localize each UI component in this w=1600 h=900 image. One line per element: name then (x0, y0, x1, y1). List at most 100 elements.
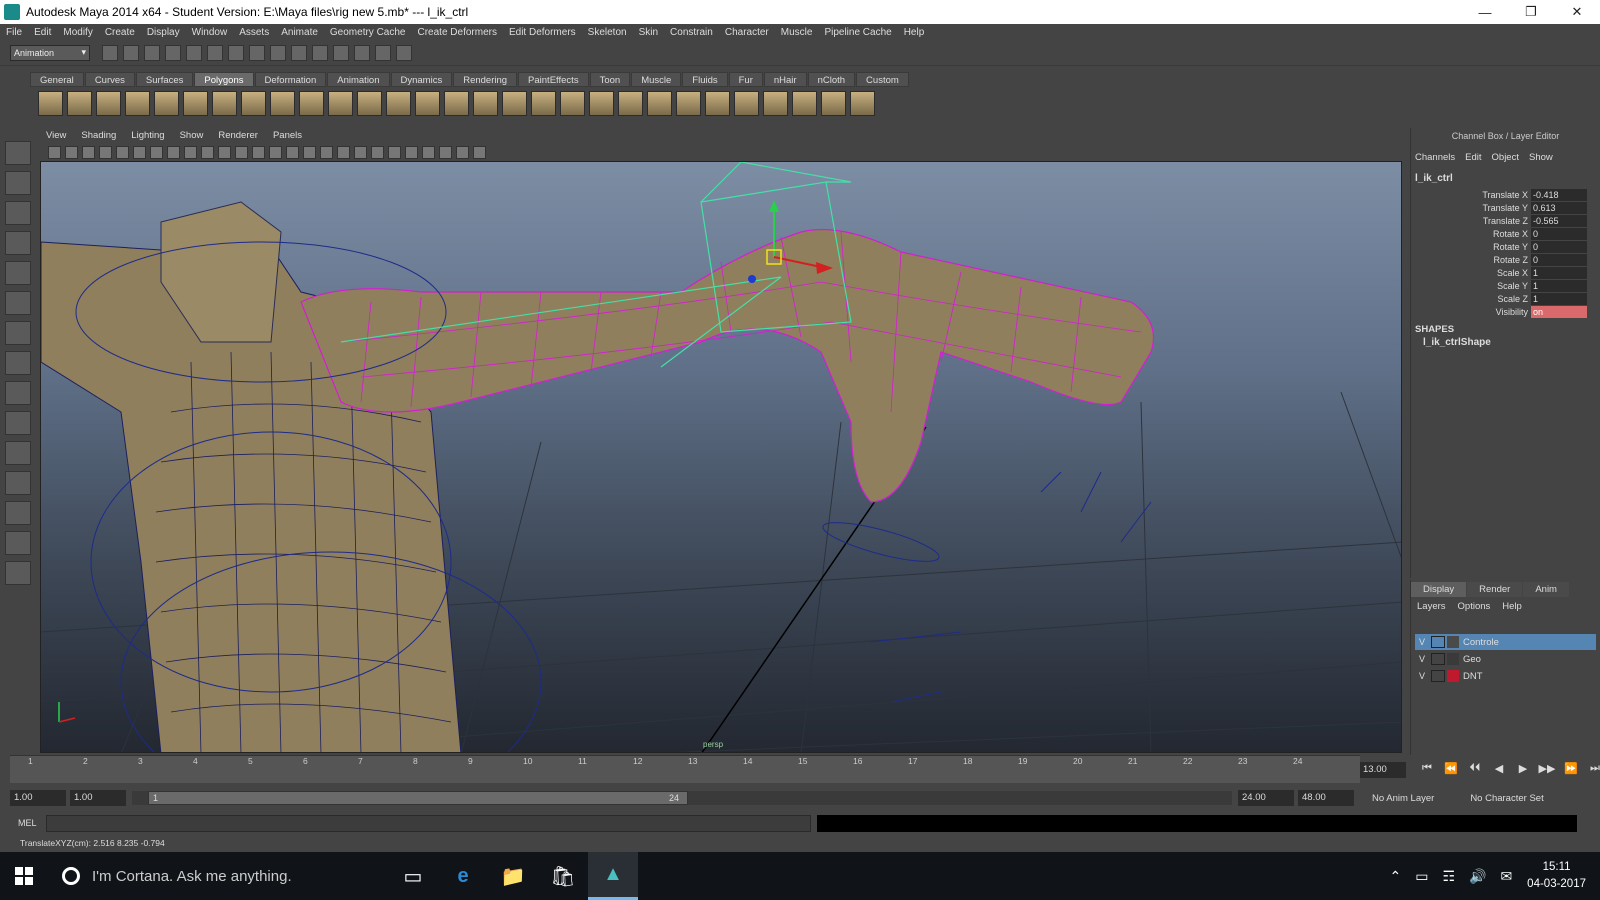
anim-layer-selector[interactable]: No Anim Layer (1372, 793, 1434, 804)
menu-animate[interactable]: Animate (281, 27, 318, 38)
attribute-name[interactable]: Scale X (1411, 268, 1531, 278)
wifi-icon[interactable]: ☶ (1442, 868, 1455, 885)
restore-icon[interactable]: ❐ (1508, 0, 1554, 24)
attribute-value[interactable]: 0 (1531, 253, 1587, 266)
start-button[interactable] (0, 852, 48, 900)
shelf-tab-nhair[interactable]: nHair (763, 72, 807, 87)
menu-file[interactable]: File (6, 27, 22, 38)
close-icon[interactable]: ✕ (1554, 0, 1600, 24)
panel-menu-lighting[interactable]: Lighting (131, 130, 164, 141)
mirror-icon[interactable] (705, 91, 730, 116)
poly-plane-icon[interactable] (154, 91, 179, 116)
insert-edge-loop-icon[interactable] (531, 91, 556, 116)
new-scene-icon[interactable] (102, 44, 118, 61)
menu-help[interactable]: Help (904, 27, 925, 38)
uv-texture-editor-icon[interactable] (850, 91, 875, 116)
playback-end-field[interactable]: 24.00 (1238, 790, 1294, 806)
battery-icon[interactable]: ▭ (1415, 868, 1428, 885)
persp-outliner-layout-icon[interactable] (5, 411, 31, 435)
poly-cylinder-icon[interactable] (96, 91, 121, 116)
select-object-icon[interactable] (186, 44, 202, 61)
poly-torus-icon[interactable] (183, 91, 208, 116)
grid-icon[interactable] (150, 145, 163, 159)
append-polygon-icon[interactable] (502, 91, 527, 116)
layer-tab-display[interactable]: Display (1411, 582, 1467, 597)
panel-menu-shading[interactable]: Shading (81, 130, 116, 141)
menu-window[interactable]: Window (192, 27, 228, 38)
wireframe-on-shaded-icon[interactable] (303, 145, 316, 159)
safe-action-icon[interactable] (235, 145, 248, 159)
play-backwards-icon[interactable]: ◀ (1487, 762, 1511, 775)
layer-name[interactable]: Geo (1463, 654, 1481, 665)
select-component-icon[interactable] (207, 44, 223, 61)
layer-name[interactable]: DNT (1463, 671, 1483, 682)
image-plane-icon[interactable] (99, 145, 112, 159)
current-frame-field[interactable]: 13.00 (1360, 762, 1406, 778)
snap-curve-icon[interactable] (249, 44, 265, 61)
poly-soccer-ball-icon[interactable] (270, 91, 295, 116)
two-d-pan-zoom-icon[interactable] (116, 145, 129, 159)
edge-browser-icon[interactable]: e (438, 852, 488, 900)
poly-pipe-icon[interactable] (241, 91, 266, 116)
layer-row[interactable]: V DNT (1415, 668, 1596, 684)
attribute-value[interactable]: 0 (1531, 240, 1587, 253)
automatic-mapping-icon[interactable] (821, 91, 846, 116)
attribute-value[interactable]: 0 (1531, 227, 1587, 240)
layer-menu-options[interactable]: Options (1458, 601, 1491, 612)
shelf-tab-general[interactable]: General (30, 72, 84, 87)
planar-mapping-icon[interactable] (734, 91, 759, 116)
attribute-value[interactable]: 0.613 (1531, 201, 1587, 214)
menu-skeleton[interactable]: Skeleton (588, 27, 627, 38)
attribute-name[interactable]: Rotate Y (1411, 242, 1531, 252)
ambient-occlusion-icon[interactable] (371, 145, 384, 159)
layer-display-type-toggle[interactable] (1431, 636, 1445, 648)
layer-visibility-toggle[interactable]: V (1415, 671, 1429, 681)
safe-title-icon[interactable] (252, 145, 265, 159)
store-icon[interactable]: 🛍 (538, 852, 588, 900)
menu-skin[interactable]: Skin (639, 27, 658, 38)
perspective-viewport[interactable]: persp (40, 161, 1402, 753)
attribute-value[interactable]: -0.565 (1531, 214, 1587, 227)
poly-cone-icon[interactable] (125, 91, 150, 116)
panel-menu-renderer[interactable]: Renderer (218, 130, 258, 141)
minimize-icon[interactable]: — (1462, 0, 1508, 24)
default-lighting-icon[interactable] (337, 145, 350, 159)
menu-geometry-cache[interactable]: Geometry Cache (330, 27, 406, 38)
sculpt-geometry-icon[interactable] (415, 91, 440, 116)
shadows-icon[interactable] (354, 145, 367, 159)
show-hidden-icons-icon[interactable]: ⌃ (1389, 868, 1401, 885)
field-chart-icon[interactable] (218, 145, 231, 159)
channel-menu-edit[interactable]: Edit (1465, 152, 1481, 163)
attribute-name[interactable]: Translate Z (1411, 216, 1531, 226)
menu-character[interactable]: Character (725, 27, 769, 38)
ipr-render-icon[interactable] (375, 44, 391, 61)
film-gate-icon[interactable] (167, 145, 180, 159)
lasso-tool-icon[interactable] (5, 171, 31, 195)
attribute-name[interactable]: Rotate X (1411, 229, 1531, 239)
shelf-tab-toon[interactable]: Toon (589, 72, 631, 87)
shelf-tab-polygons[interactable]: Polygons (194, 72, 254, 87)
combine-icon[interactable] (299, 91, 324, 116)
layer-name[interactable]: Controle (1463, 637, 1499, 648)
four-view-layout-icon[interactable] (5, 381, 31, 405)
smooth-icon[interactable] (386, 91, 411, 116)
grease-pencil-icon[interactable] (133, 145, 146, 159)
channel-menu-show[interactable]: Show (1529, 152, 1553, 163)
bridge-icon[interactable] (473, 91, 498, 116)
merge-vertices-icon[interactable] (618, 91, 643, 116)
cylindrical-mapping-icon[interactable] (763, 91, 788, 116)
channel-menu-channels[interactable]: Channels (1415, 152, 1455, 163)
shape-node-name[interactable]: l_ik_ctrlShape (1423, 337, 1600, 348)
shelf-tab-fur[interactable]: Fur (728, 72, 763, 87)
range-slider-handle[interactable]: 1 24 (148, 791, 688, 805)
attribute-value[interactable]: on (1531, 305, 1587, 318)
attribute-value[interactable]: 1 (1531, 292, 1587, 305)
make-live-icon[interactable] (312, 44, 328, 61)
hypershade-layout-icon[interactable] (5, 471, 31, 495)
open-scene-icon[interactable] (123, 44, 139, 61)
play-forwards-icon[interactable]: ▶ (1511, 762, 1535, 775)
character-set-selector[interactable]: No Character Set (1470, 793, 1543, 804)
menu-display[interactable]: Display (147, 27, 180, 38)
menu-edit-deformers[interactable]: Edit Deformers (509, 27, 576, 38)
xray-joints-icon[interactable] (456, 145, 469, 159)
